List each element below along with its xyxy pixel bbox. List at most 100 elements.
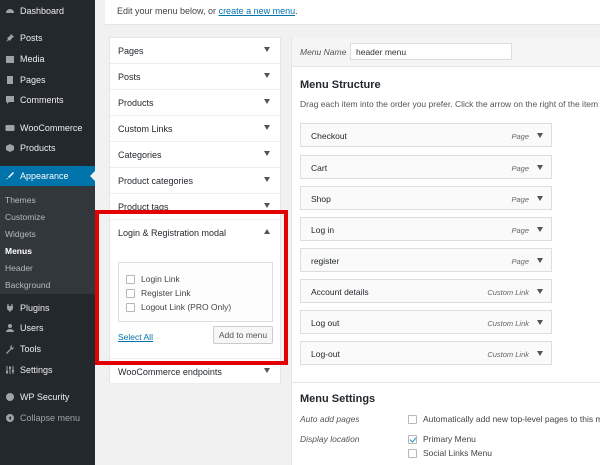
accordion-section-custom-links[interactable]: Custom Links — [110, 116, 280, 142]
media-icon — [0, 54, 20, 64]
chevron-down-icon[interactable] — [264, 151, 270, 156]
accordion-section-product-categories[interactable]: Product categories — [110, 168, 280, 194]
submenu-item-themes[interactable]: Themes — [5, 195, 36, 205]
chevron-down-icon[interactable] — [264, 368, 270, 373]
menu-item-title: Log out — [311, 318, 340, 328]
user-icon — [0, 323, 20, 333]
chevron-down-icon[interactable] — [537, 320, 543, 325]
sidebar-item-products[interactable]: Products — [0, 138, 95, 158]
divider — [292, 382, 600, 383]
sidebar-item-label: Plugins — [20, 303, 50, 313]
collapse-menu-button[interactable]: Collapse menu — [0, 408, 95, 428]
submenu-item-background[interactable]: Background — [5, 280, 50, 290]
primary-menu-option[interactable]: Primary Menu — [408, 434, 476, 444]
chevron-down-icon[interactable] — [537, 196, 543, 201]
menu-item[interactable]: Log-out Custom Link — [300, 341, 552, 365]
woocommerce-icon — [0, 123, 20, 133]
menu-item-title: Shop — [311, 194, 331, 204]
chevron-down-icon[interactable] — [264, 177, 270, 182]
chevron-down-icon[interactable] — [264, 203, 270, 208]
create-new-menu-link[interactable]: create a new menu — [219, 6, 296, 16]
menu-name-input[interactable] — [350, 43, 512, 60]
section-title: Posts — [118, 72, 141, 82]
chevron-down-icon[interactable] — [537, 289, 543, 294]
menu-item-type: Custom Link — [487, 288, 529, 297]
chevron-down-icon[interactable] — [537, 165, 543, 170]
option-label: Primary Menu — [423, 434, 476, 444]
highlight-box — [95, 210, 288, 365]
sidebar-item-label: Settings — [20, 365, 53, 375]
manage-menus-bar: Edit your menu below, or create a new me… — [105, 0, 600, 25]
sidebar-item-label: Pages — [20, 75, 46, 85]
comment-icon — [0, 95, 20, 105]
menu-settings-heading: Menu Settings — [300, 393, 376, 405]
sidebar-item-pages[interactable]: Pages — [0, 70, 95, 90]
brush-icon — [0, 171, 20, 181]
section-title: Product categories — [118, 176, 194, 186]
submenu-item-widgets[interactable]: Widgets — [5, 229, 36, 239]
menu-item-title: Account details — [311, 287, 369, 297]
accordion-section-categories[interactable]: Categories — [110, 142, 280, 168]
chevron-down-icon[interactable] — [537, 351, 543, 356]
sidebar-item-label: Collapse menu — [20, 413, 81, 423]
menu-item-type: Page — [511, 226, 529, 235]
menu-item-title: register — [311, 256, 340, 266]
display-location-label: Display location — [300, 434, 360, 444]
wrench-icon — [0, 344, 20, 354]
menu-edit-panel: Menu Name Menu Structure Drag each item … — [291, 37, 600, 465]
social-links-menu-option[interactable]: Social Links Menu — [408, 448, 492, 458]
menu-item[interactable]: Cart Page — [300, 155, 552, 179]
chevron-down-icon[interactable] — [537, 133, 543, 138]
sidebar-item-posts[interactable]: Posts — [0, 28, 95, 48]
sidebar-item-plugins[interactable]: Plugins — [0, 298, 95, 318]
sidebar-item-appearance[interactable]: Appearance — [0, 166, 95, 186]
chevron-down-icon[interactable] — [537, 258, 543, 263]
option-label: Social Links Menu — [423, 448, 492, 458]
menu-item[interactable]: Account details Custom Link — [300, 279, 552, 303]
settings-icon — [0, 365, 20, 375]
sidebar-item-settings[interactable]: Settings — [0, 360, 95, 380]
checkbox[interactable] — [408, 448, 417, 458]
sidebar-item-comments[interactable]: Comments — [0, 90, 95, 110]
accordion-section-products[interactable]: Products — [110, 90, 280, 116]
submenu-item-menus[interactable]: Menus — [5, 246, 32, 256]
menu-item-type: Page — [511, 132, 529, 141]
menu-item[interactable]: register Page — [300, 248, 552, 272]
sidebar-item-media[interactable]: Media — [0, 49, 95, 69]
chevron-down-icon[interactable] — [264, 47, 270, 52]
sidebar-item-users[interactable]: Users — [0, 318, 95, 338]
sidebar-item-dashboard[interactable]: Dashboard — [0, 1, 95, 21]
menu-item-type: Page — [511, 164, 529, 173]
sidebar-item-woocommerce[interactable]: WooCommerce — [0, 118, 95, 138]
section-title: Pages — [118, 46, 144, 56]
intro-text: Edit your menu below, or create a new me… — [117, 6, 298, 16]
sidebar-item-label: Dashboard — [20, 6, 65, 16]
plug-icon — [0, 303, 20, 313]
menu-item-type: Custom Link — [487, 350, 529, 359]
menu-item[interactable]: Log out Custom Link — [300, 310, 552, 334]
accordion-section-posts[interactable]: Posts — [110, 64, 280, 90]
menu-item[interactable]: Shop Page — [300, 186, 552, 210]
chevron-down-icon[interactable] — [537, 227, 543, 232]
menu-item[interactable]: Log in Page — [300, 217, 552, 241]
pin-icon — [0, 33, 20, 43]
option-label: Automatically add new top-level pages to… — [423, 414, 600, 424]
submenu-item-header[interactable]: Header — [5, 263, 33, 273]
sidebar-item-wp-security[interactable]: WP Security — [0, 387, 95, 407]
appearance-submenu: Themes Customize Widgets Menus Header Ba… — [0, 186, 95, 294]
box-icon — [0, 143, 20, 153]
sidebar-item-label: WooCommerce — [20, 123, 83, 133]
menu-item[interactable]: Checkout Page — [300, 123, 552, 147]
section-title: Categories — [118, 150, 162, 160]
auto-add-pages-label: Auto add pages — [300, 414, 360, 424]
checkbox[interactable] — [408, 414, 417, 424]
submenu-item-customize[interactable]: Customize — [5, 212, 45, 222]
checkbox-checked[interactable] — [408, 434, 417, 444]
chevron-down-icon[interactable] — [264, 125, 270, 130]
section-title: Custom Links — [118, 124, 173, 134]
auto-add-pages-option[interactable]: Automatically add new top-level pages to… — [408, 414, 600, 424]
chevron-down-icon[interactable] — [264, 73, 270, 78]
accordion-section-pages[interactable]: Pages — [110, 38, 280, 64]
chevron-down-icon[interactable] — [264, 99, 270, 104]
sidebar-item-tools[interactable]: Tools — [0, 339, 95, 359]
